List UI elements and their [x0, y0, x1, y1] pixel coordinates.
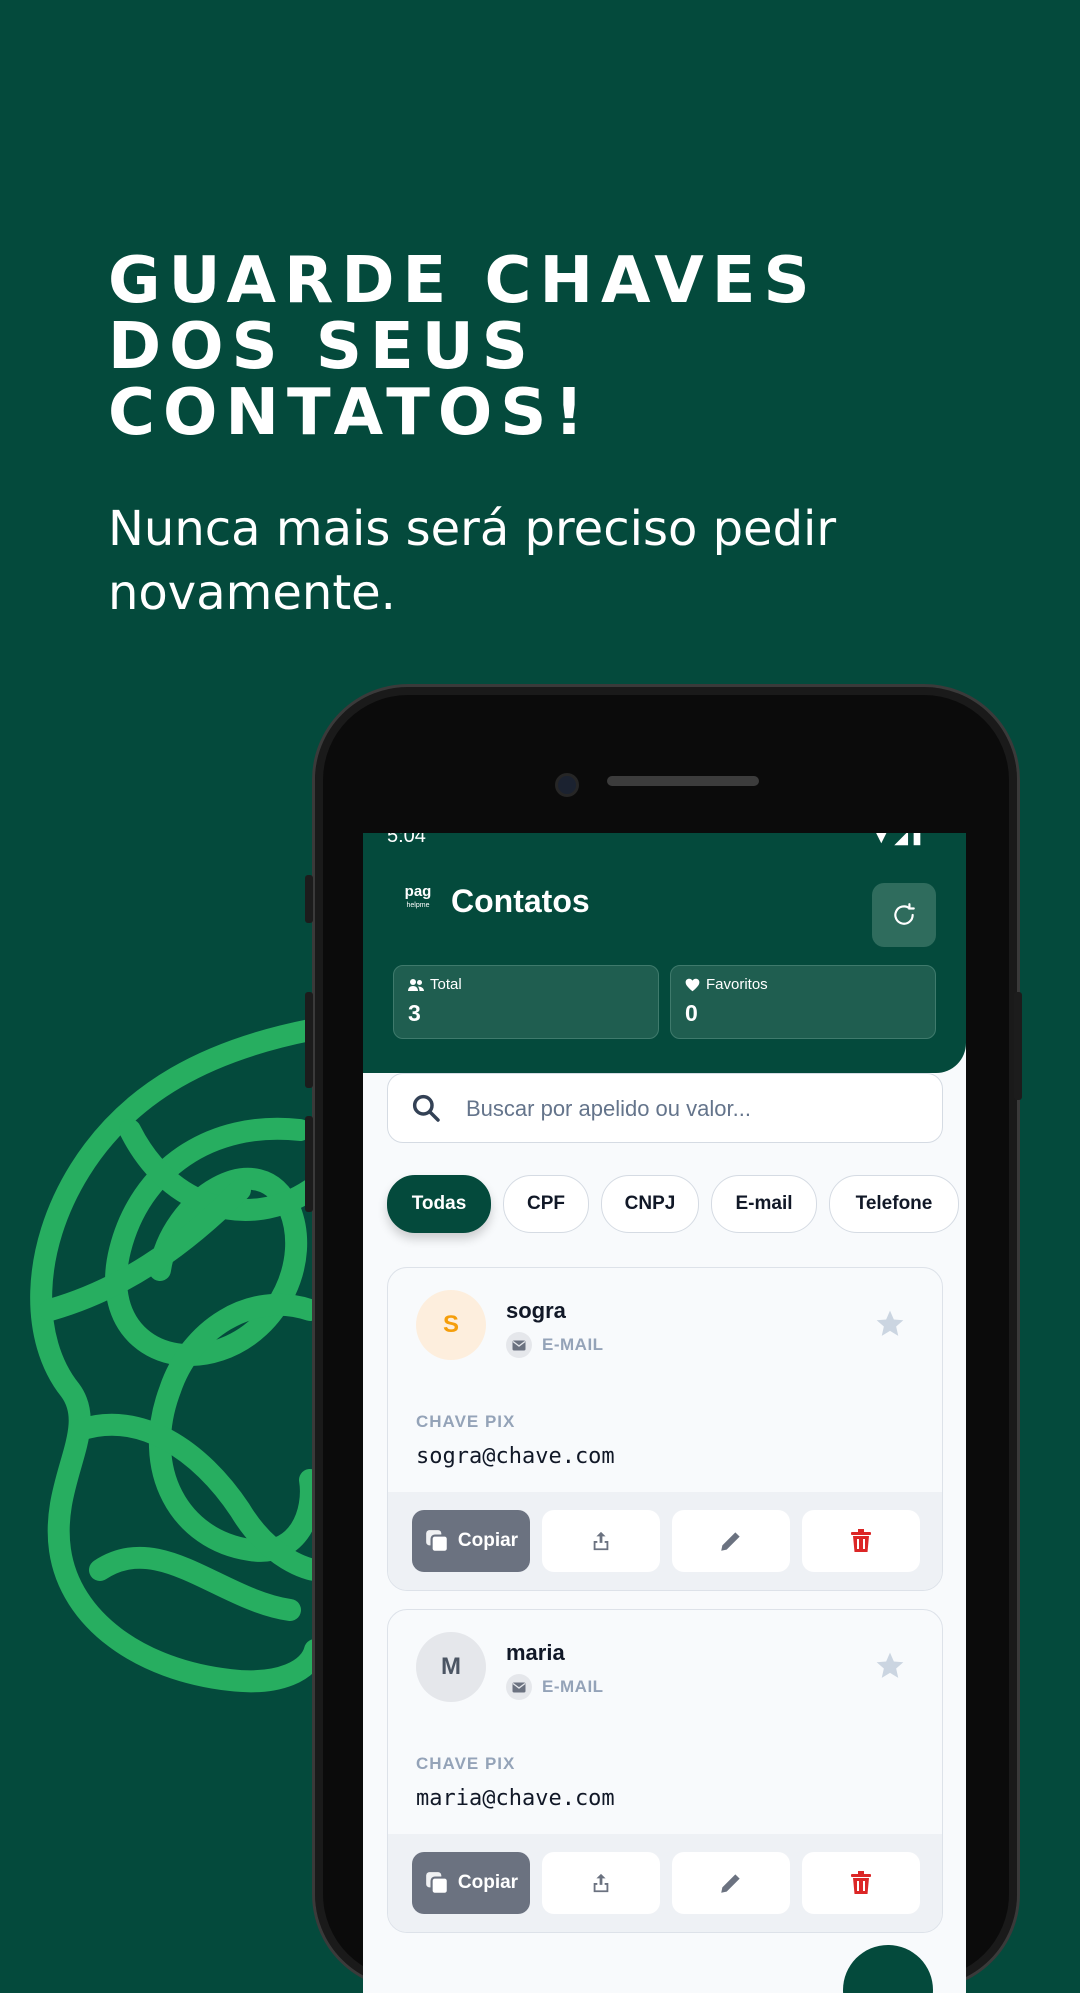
front-camera [555, 773, 579, 797]
promo-headline: GUARDE CHAVES DOS SEUS CONTATOS! [108, 248, 968, 446]
copy-button[interactable]: Copiar [412, 1510, 530, 1572]
filter-chip-telefone[interactable]: Telefone [829, 1175, 959, 1233]
share-button[interactable] [542, 1852, 660, 1914]
add-contact-fab[interactable] [843, 1945, 933, 1993]
card-actions: Copiar [388, 1492, 942, 1590]
phone-side-button [305, 875, 313, 923]
filter-chip-cnpj[interactable]: CNPJ [601, 1175, 699, 1233]
phone-power-button [1014, 992, 1022, 1100]
key-value: sogra@chave.com [416, 1444, 615, 1469]
contact-type: E-MAIL [506, 1674, 604, 1700]
avatar: M [416, 1632, 486, 1702]
key-label: CHAVE PIX [416, 1412, 516, 1431]
copy-icon [426, 1530, 449, 1553]
share-icon [593, 1531, 609, 1551]
stat-favoritos-label: Favoritos [706, 976, 768, 993]
logo-bottom-text: helpme [406, 902, 430, 909]
refresh-button[interactable] [872, 883, 936, 947]
heart-icon [685, 978, 700, 991]
pencil-icon [721, 1532, 740, 1551]
edit-button[interactable] [672, 1852, 790, 1914]
mail-icon [506, 1332, 532, 1358]
share-button[interactable] [542, 1510, 660, 1572]
stat-favoritos: Favoritos 0 [670, 965, 936, 1039]
contact-type: E-MAIL [506, 1332, 604, 1358]
avatar: S [416, 1290, 486, 1360]
people-icon [408, 978, 424, 991]
status-bar: 5:04 ▼◢▮ [363, 833, 966, 851]
contact-name: maria [506, 1640, 565, 1665]
stat-favoritos-value: 0 [685, 1000, 698, 1026]
filter-chip-todas[interactable]: Todas [387, 1175, 491, 1233]
trash-icon [851, 1871, 871, 1894]
card-actions: Copiar [388, 1834, 942, 1932]
key-label: CHAVE PIX [416, 1754, 516, 1773]
share-icon [593, 1873, 609, 1893]
star-icon[interactable] [874, 1308, 906, 1340]
mail-icon [506, 1674, 532, 1700]
search-bar [387, 1073, 943, 1143]
page-title: Contatos [451, 883, 590, 919]
copy-icon [426, 1872, 449, 1895]
contact-card[interactable]: S sogra E-MAIL CHAVE PIX sogra@chave.com… [387, 1267, 943, 1591]
search-icon [412, 1094, 440, 1122]
status-icons: ▼◢▮ [872, 833, 926, 847]
promo-subtitle: Nunca mais será preciso pedir novamente. [108, 501, 837, 621]
star-icon[interactable] [874, 1650, 906, 1682]
phone-volume-down [305, 1116, 313, 1212]
phone-volume-up [305, 992, 313, 1088]
delete-button[interactable] [802, 1510, 920, 1572]
app-logo: pag helpme [401, 883, 435, 919]
edit-button[interactable] [672, 1510, 790, 1572]
phone-frame: 5:04 ▼◢▮ pag helpme Contatos Total 3 Fav… [312, 684, 1020, 1993]
refresh-icon [894, 903, 915, 925]
app-screen: 5:04 ▼◢▮ pag helpme Contatos Total 3 Fav… [363, 833, 966, 1993]
contact-type-label: E-MAIL [542, 1335, 604, 1354]
stat-total-value: 3 [408, 1000, 421, 1026]
headline-line-1: GUARDE CHAVES [108, 244, 818, 318]
headline-line-3: CONTATOS! [108, 376, 592, 450]
contact-name: sogra [506, 1298, 566, 1323]
decorative-scribble [30, 1019, 320, 1693]
filter-chips: Todas CPF CNPJ E-mail Telefone [387, 1175, 966, 1233]
trash-icon [851, 1529, 871, 1552]
status-time: 5:04 [387, 833, 426, 847]
contact-type-label: E-MAIL [542, 1677, 604, 1696]
earpiece-speaker [607, 776, 759, 786]
contact-card[interactable]: M maria E-MAIL CHAVE PIX maria@chave.com… [387, 1609, 943, 1933]
stat-total-label: Total [430, 976, 462, 993]
copy-button-label: Copiar [457, 1530, 519, 1551]
logo-top-text: pag [404, 883, 432, 900]
delete-button[interactable] [802, 1852, 920, 1914]
key-value: maria@chave.com [416, 1786, 615, 1811]
copy-button-label: Copiar [457, 1872, 519, 1893]
filter-chip-cpf[interactable]: CPF [503, 1175, 589, 1233]
pencil-icon [721, 1874, 740, 1893]
copy-button[interactable]: Copiar [412, 1852, 530, 1914]
stat-total: Total 3 [393, 965, 659, 1039]
app-header: pag helpme Contatos Total 3 Favoritos 0 [363, 851, 966, 1073]
headline-line-2: DOS SEUS [108, 310, 536, 384]
filter-chip-email[interactable]: E-mail [711, 1175, 817, 1233]
search-input[interactable] [464, 1088, 928, 1130]
